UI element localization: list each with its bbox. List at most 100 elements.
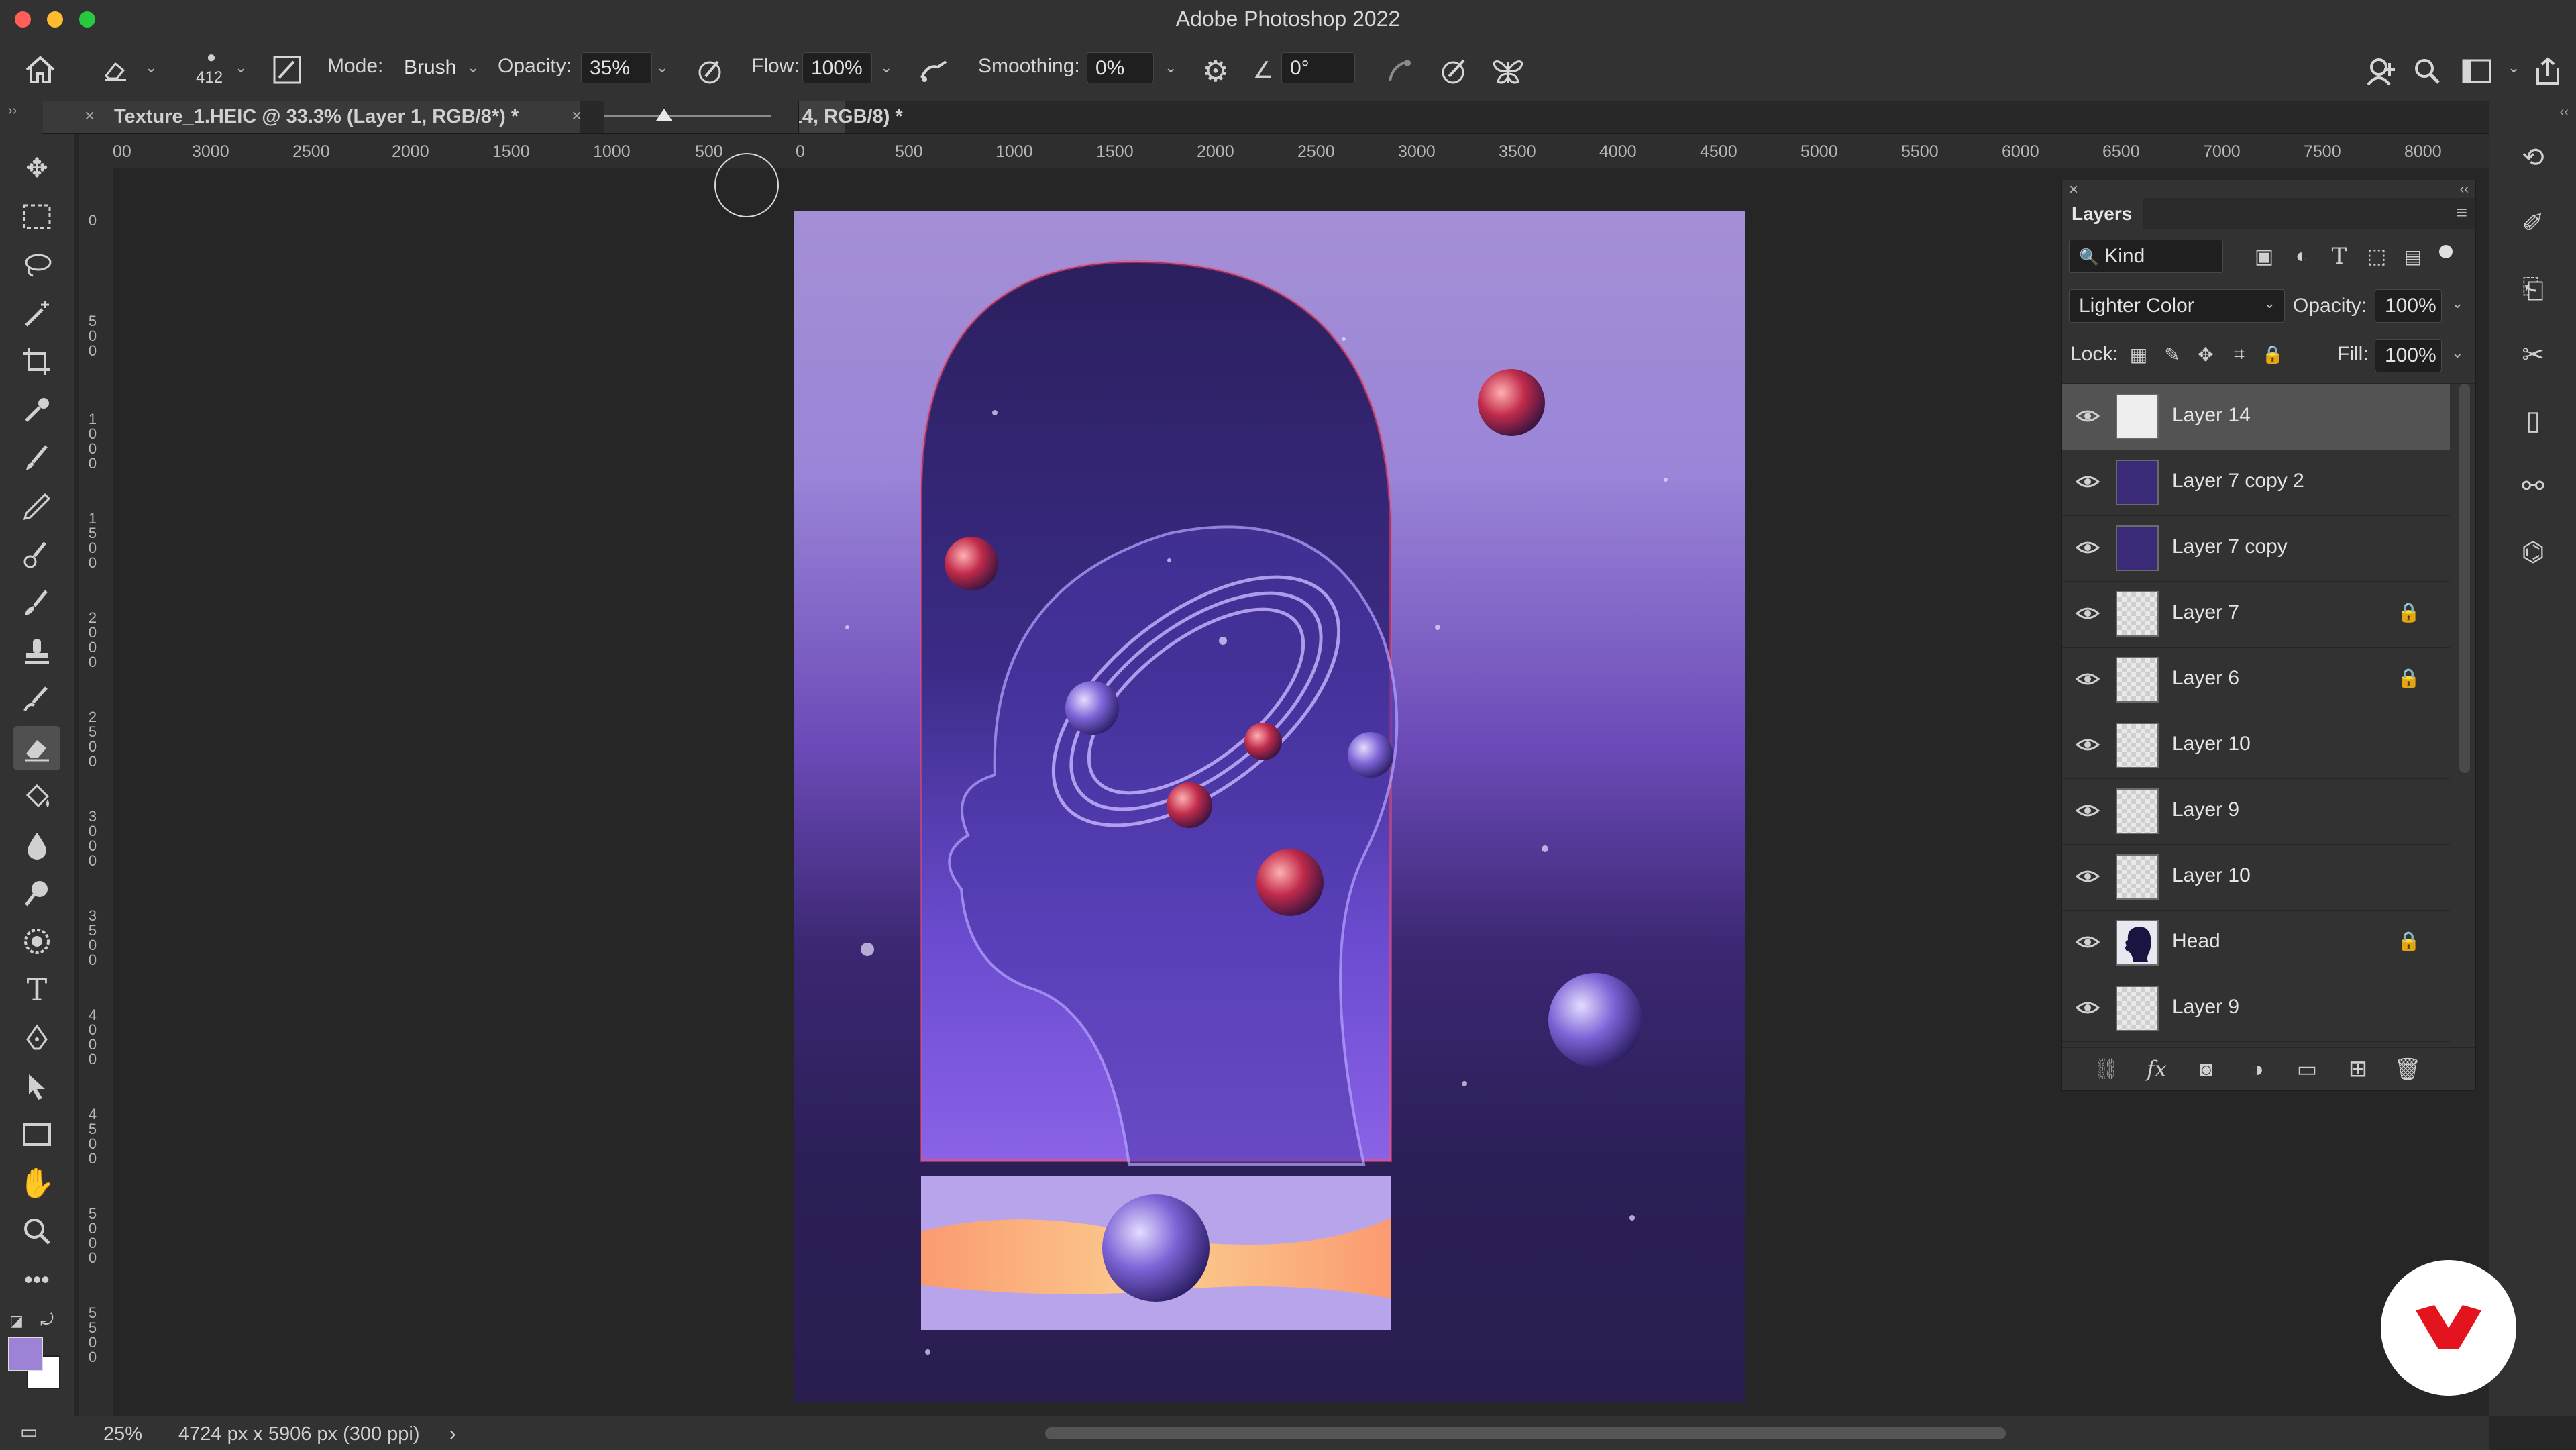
layer-name[interactable]: Layer 10 bbox=[2172, 864, 2251, 887]
visibility-eye-icon[interactable] bbox=[2076, 930, 2100, 954]
history-brush-icon[interactable] bbox=[13, 678, 60, 722]
new-group-folder-icon[interactable]: ▭ bbox=[2290, 1052, 2324, 1086]
blur-tool-icon[interactable] bbox=[13, 823, 60, 867]
layer-lock-icon[interactable]: 🔒 bbox=[2397, 667, 2420, 689]
blend-mode-chevron-down-icon[interactable]: ⌄ bbox=[2263, 295, 2275, 312]
symmetry-butterfly-icon[interactable] bbox=[1488, 52, 1528, 90]
pressure-size-icon[interactable] bbox=[1381, 52, 1418, 90]
fill-chevron-down-icon[interactable]: ⌄ bbox=[2451, 344, 2463, 362]
crop-tool-icon[interactable] bbox=[13, 340, 60, 384]
collapse-panel-icon[interactable]: ›› bbox=[8, 103, 17, 119]
layer-name[interactable]: Layer 9 bbox=[2172, 798, 2239, 821]
visibility-eye-icon[interactable] bbox=[2076, 470, 2100, 494]
layer-row-layer-7-copy[interactable]: Layer 7 copy bbox=[2062, 515, 2450, 582]
opacity-slider-track[interactable] bbox=[604, 115, 771, 117]
layer-row-layer-10-b[interactable]: Layer 10 bbox=[2062, 844, 2450, 911]
airbrush-icon[interactable] bbox=[914, 52, 954, 90]
filter-smart-object-icon[interactable]: ▤ bbox=[2398, 240, 2428, 273]
tool-presets-panel-icon[interactable]: ✂ bbox=[2508, 330, 2558, 380]
clone-stamp-brush-icon[interactable] bbox=[13, 533, 60, 577]
brush-picker-chevron-down-icon[interactable]: ⌄ bbox=[235, 59, 247, 76]
paths-panel-icon[interactable]: ⌬ bbox=[2508, 527, 2558, 577]
layer-filter-kind-dropdown[interactable]: 🔍 Kind bbox=[2069, 240, 2223, 273]
home-icon[interactable] bbox=[19, 51, 62, 89]
zoom-tool-icon[interactable] bbox=[13, 1209, 60, 1253]
workspace-icon[interactable] bbox=[2457, 52, 2497, 90]
sponge-tool-icon[interactable] bbox=[13, 919, 60, 964]
panel-menu-icon[interactable]: ≡ bbox=[2457, 202, 2467, 223]
more-tools-icon[interactable]: ••• bbox=[13, 1257, 60, 1302]
stamp-tool-icon[interactable] bbox=[13, 629, 60, 674]
close-tab-icon[interactable]: × bbox=[85, 105, 95, 126]
adjustment-layer-icon[interactable]: ◑ bbox=[2241, 1052, 2274, 1086]
tab-layers[interactable]: Layers bbox=[2062, 198, 2143, 229]
smoothing-input[interactable]: 0% bbox=[1087, 52, 1154, 83]
magic-wand-tool-icon[interactable] bbox=[13, 291, 60, 335]
filter-toggle[interactable] bbox=[2439, 245, 2453, 258]
channels-panel-icon[interactable]: ⚯ bbox=[2508, 462, 2558, 511]
flow-input[interactable]: 100% bbox=[802, 52, 872, 83]
rectangle-tool-icon[interactable] bbox=[13, 1112, 60, 1157]
layer-row-layer-9[interactable]: Layer 9 bbox=[2062, 778, 2450, 845]
swap-colors-icon[interactable]: ⤾ bbox=[40, 1311, 54, 1330]
brush-settings-panel-icon[interactable]: ✐ bbox=[2508, 199, 2558, 248]
paint-bucket-tool-icon[interactable] bbox=[13, 774, 60, 819]
zoom-level[interactable]: 25% bbox=[103, 1423, 142, 1445]
share-user-icon[interactable] bbox=[2361, 52, 2402, 90]
brush-tool-icon[interactable] bbox=[13, 436, 60, 480]
layer-name[interactable]: Layer 9 bbox=[2172, 996, 2239, 1019]
layers-scrollbar[interactable] bbox=[2459, 384, 2470, 773]
lock-pixels-brush-icon[interactable]: ✎ bbox=[2159, 339, 2186, 370]
layer-lock-icon[interactable]: 🔒 bbox=[2397, 601, 2420, 623]
clone-source-panel-icon[interactable]: ⎗ bbox=[2508, 264, 2558, 314]
layer-opacity-chevron-down-icon[interactable]: ⌄ bbox=[2451, 295, 2463, 312]
visibility-eye-icon[interactable] bbox=[2076, 667, 2100, 691]
marquee-tool-icon[interactable] bbox=[13, 195, 60, 239]
visibility-eye-icon[interactable] bbox=[2076, 733, 2100, 757]
add-mask-icon[interactable]: ◙ bbox=[2190, 1052, 2223, 1086]
layer-row-layer-10[interactable]: Layer 10 bbox=[2062, 713, 2450, 779]
share-export-icon[interactable] bbox=[2529, 52, 2567, 90]
default-colors-icon[interactable]: ◪ bbox=[9, 1312, 23, 1330]
fill-input[interactable]: 100% bbox=[2375, 339, 2442, 372]
history-panel-icon[interactable]: ⟲ bbox=[2508, 133, 2558, 183]
screen-mode-button[interactable]: ▭ bbox=[0, 1416, 74, 1450]
close-panel-icon[interactable]: × bbox=[2069, 180, 2078, 199]
type-tool-icon[interactable]: T bbox=[13, 968, 60, 1012]
healing-brush-icon[interactable] bbox=[13, 581, 60, 625]
layer-name[interactable]: Layer 6 bbox=[2172, 667, 2239, 690]
pen-tool-icon[interactable] bbox=[13, 1016, 60, 1060]
opacity-slider-popup[interactable] bbox=[604, 101, 799, 133]
lock-artboard-icon[interactable]: ⌗ bbox=[2226, 339, 2253, 370]
visibility-eye-icon[interactable] bbox=[2076, 798, 2100, 823]
filter-type-icon[interactable]: T bbox=[2324, 240, 2355, 273]
brush-preview-icon[interactable]: ● bbox=[195, 46, 228, 70]
layer-lock-icon[interactable]: 🔒 bbox=[2397, 930, 2420, 952]
canvas-artwork[interactable] bbox=[794, 211, 1745, 1402]
layer-row-layer-7[interactable]: Layer 7 🔒 bbox=[2062, 581, 2450, 648]
erase-to-history-icon[interactable] bbox=[1436, 52, 1473, 90]
link-layers-icon[interactable]: ⛓ bbox=[2089, 1052, 2123, 1086]
smoothing-chevron-down-icon[interactable]: ⌄ bbox=[1165, 59, 1177, 76]
pencil-tool-icon[interactable] bbox=[13, 484, 60, 529]
layer-row-head[interactable]: Head 🔒 bbox=[2062, 910, 2450, 976]
layer-effects-fx-icon[interactable]: fx bbox=[2140, 1052, 2174, 1086]
path-selection-tool-icon[interactable] bbox=[13, 1064, 60, 1108]
brush-settings-panel-icon[interactable] bbox=[270, 52, 305, 87]
opacity-chevron-down-icon[interactable]: ⌄ bbox=[656, 59, 668, 76]
mode-chevron-down-icon[interactable]: ⌄ bbox=[467, 59, 479, 76]
workspace-chevron-down-icon[interactable]: ⌄ bbox=[2508, 59, 2520, 76]
lock-position-icon[interactable]: ✥ bbox=[2192, 339, 2219, 370]
tab-texture-1[interactable]: × Texture_1.HEIC @ 33.3% (Layer 1, RGB/8… bbox=[43, 101, 580, 133]
opacity-slider-thumb[interactable] bbox=[656, 109, 672, 121]
properties-panel-icon[interactable]: ▯ bbox=[2508, 396, 2558, 446]
layer-name[interactable]: Layer 7 bbox=[2172, 601, 2239, 624]
brush-angle-input[interactable]: 0° bbox=[1281, 52, 1355, 83]
filter-shape-icon[interactable]: ⬚ bbox=[2361, 240, 2392, 273]
visibility-eye-icon[interactable] bbox=[2076, 535, 2100, 560]
layer-opacity-input[interactable]: 100% bbox=[2375, 289, 2442, 323]
layer-name[interactable]: Layer 14 bbox=[2172, 404, 2251, 427]
search-icon[interactable] bbox=[2408, 52, 2446, 90]
flow-chevron-down-icon[interactable]: ⌄ bbox=[880, 59, 892, 76]
layer-row-layer-9-b[interactable]: Layer 9 bbox=[2062, 976, 2450, 1042]
